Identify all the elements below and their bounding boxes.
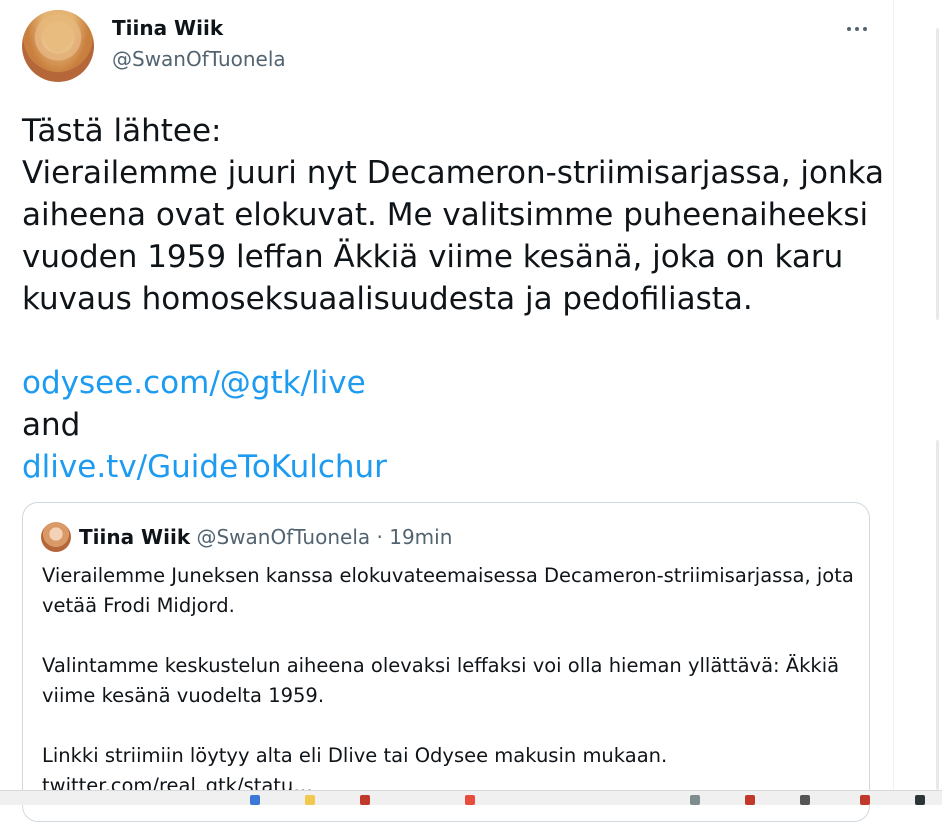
tweet-line: aiheena ovat elokuvat. Me valitsimme puh… [22, 197, 869, 233]
tweet-line: kuvaus homoseksuaalisuudesta ja pedofili… [22, 281, 753, 317]
quoted-line [42, 621, 862, 651]
quoted-line: viime kesänä vuodelta 1959. [42, 684, 325, 707]
tweet-line: vuoden 1959 leffan Äkkiä viime kesänä, j… [22, 239, 844, 275]
tweet-line: Vierailemme juuri nyt Decameron-striimis… [22, 155, 885, 191]
scrollbar-track[interactable] [936, 28, 939, 320]
avatar-hair [22, 10, 94, 82]
quoted-line: Vierailemme Juneksen kanssa elokuvateema… [42, 564, 854, 587]
author-avatar[interactable] [22, 10, 94, 82]
quoted-tweet[interactable]: Tiina Wiik @SwanOfTuonela · 19min Vierai… [22, 502, 870, 822]
quoted-line [42, 711, 862, 741]
taskbar [0, 790, 942, 805]
author-handle[interactable]: @SwanOfTuonela [112, 47, 286, 71]
quoted-line: Linkki striimiin löytyy alta eli Dlive t… [42, 744, 668, 767]
quoted-time: 19min [389, 525, 453, 549]
scrollbar-track-lower[interactable] [936, 440, 939, 790]
tweet-text: Tästä lähtee: Vierailemme juuri nyt Deca… [22, 110, 885, 488]
connector-text: and [22, 407, 81, 443]
tweet: Tiina Wiik @SwanOfTuonela Tästä lähtee: … [0, 0, 893, 822]
quoted-line: vetää Frodi Midjord. [42, 594, 235, 617]
author-display-name[interactable]: Tiina Wiik [112, 16, 223, 40]
dlive-link[interactable]: dlive.tv/GuideToKulchur [22, 446, 882, 488]
quoted-tweet-text: Vierailemme Juneksen kanssa elokuvateema… [42, 561, 862, 801]
quoted-author-handle: @SwanOfTuonela [196, 525, 371, 549]
quoted-separator: · [376, 525, 383, 549]
more-options-icon[interactable] [842, 14, 872, 44]
tweet-line: Tästä lähtee: [22, 113, 222, 149]
quoted-author-name: Tiina Wiik [79, 525, 191, 549]
quoted-line: Valintamme keskustelun aiheena olevaksi … [42, 654, 840, 677]
quoted-author-avatar [41, 522, 71, 552]
odysee-link[interactable]: odysee.com/@gtk/live [22, 362, 882, 404]
column-divider [893, 0, 894, 804]
quoted-tweet-header: Tiina Wiik @SwanOfTuonela · 19min [79, 525, 452, 549]
